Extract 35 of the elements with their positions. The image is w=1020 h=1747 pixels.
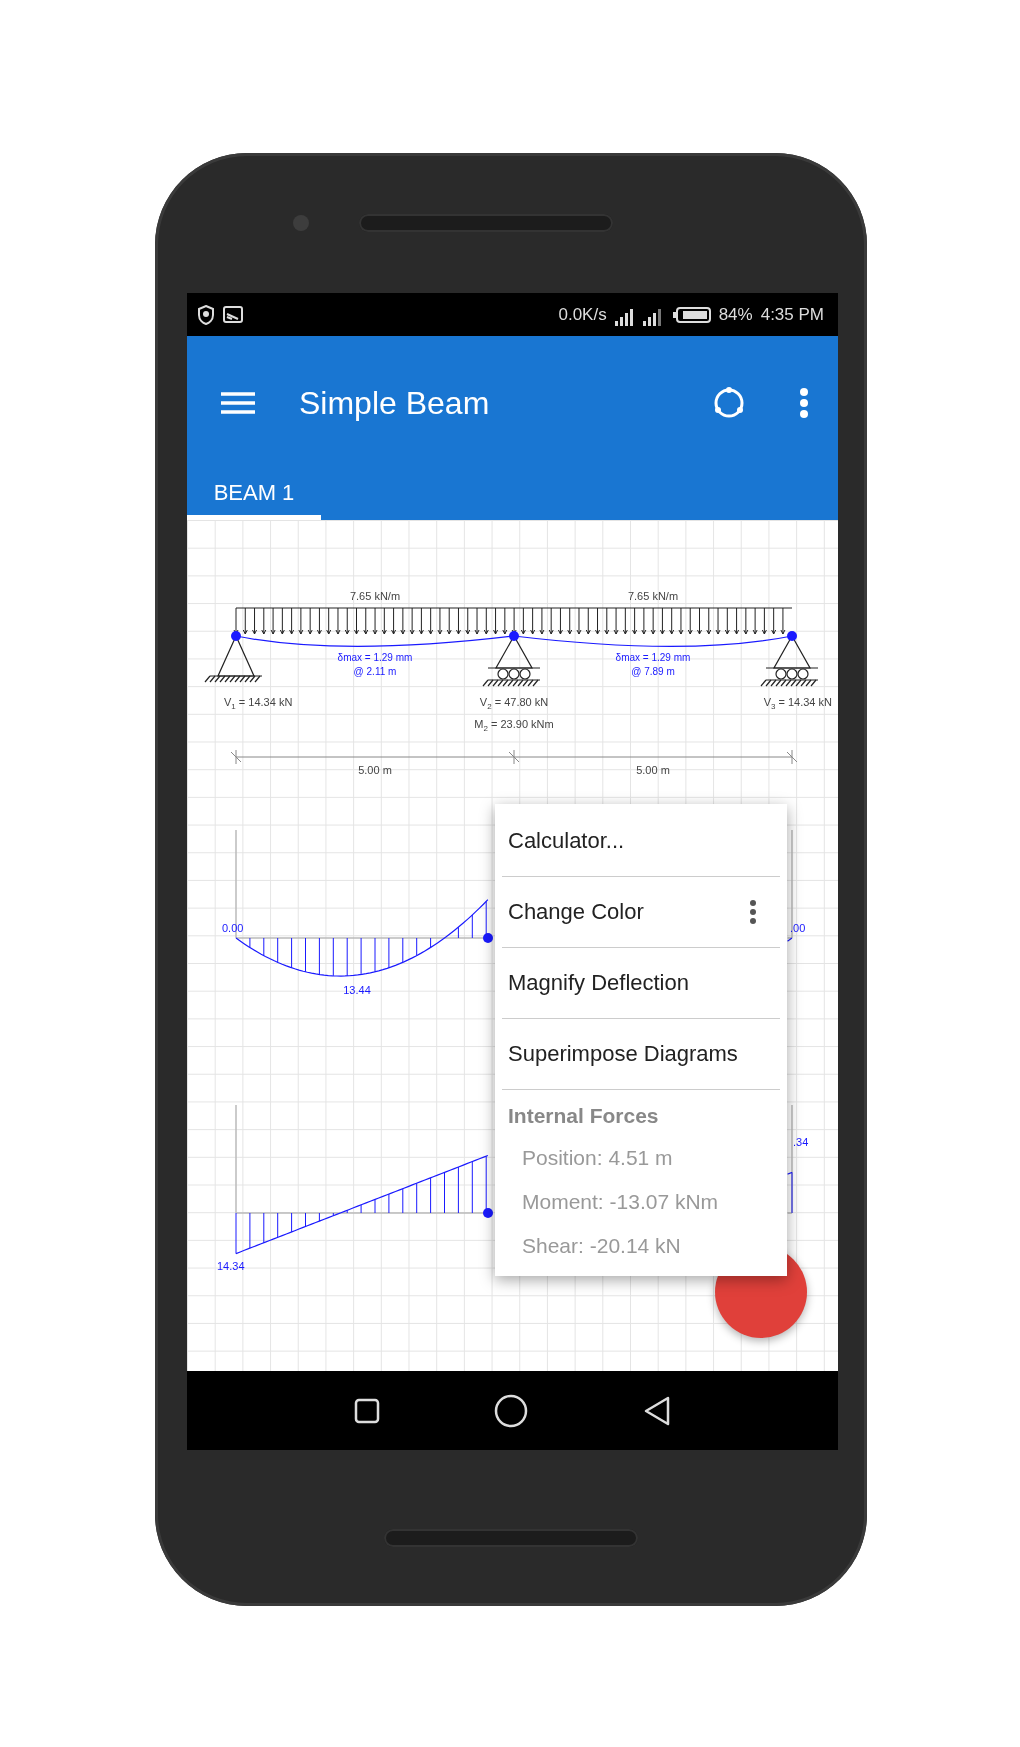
menu-item[interactable]: Calculator... — [502, 806, 780, 877]
menu-info-line: Position: 4.51 m — [521, 1145, 674, 1171]
more-vert-icon — [750, 900, 756, 924]
node-dot — [483, 933, 493, 943]
node-dot — [483, 1208, 493, 1218]
network-speed: 0.0K/s — [558, 304, 607, 325]
deflection-label: δmax = 1.29 mm — [337, 652, 413, 663]
menu-section-title: Internal Forces — [507, 1103, 660, 1129]
battery-level: 84% — [718, 304, 753, 325]
menu-item[interactable]: Superimpose Diagrams — [502, 1019, 780, 1090]
load-label: 7.65 kN/m — [627, 590, 679, 602]
load-label: 7.65 kN/m — [349, 590, 401, 602]
span-length-label: 5.00 m — [636, 764, 670, 776]
shear-value-label: 14.34 — [217, 1260, 245, 1272]
shear-value-label: .34 — [793, 1136, 809, 1148]
moment-value-label: 13.44 — [343, 984, 371, 996]
reaction-label: M$_{2}$ = 23.90 kNm — [474, 718, 554, 733]
shield-icon — [197, 304, 215, 325]
deflection-position-label: @ 7.89 m — [631, 666, 675, 677]
menu-item[interactable]: Magnify Deflection — [502, 948, 780, 1019]
deflection-label: δmax = 1.29 mm — [615, 652, 691, 663]
menu-info-line: Shear: -20.14 kN — [521, 1233, 682, 1259]
cast-icon — [223, 306, 243, 323]
reaction-label: V$_{1}$ = 14.34 kN — [224, 696, 293, 711]
menu-item[interactable]: Change Color — [502, 877, 780, 948]
menu-info-line: Moment: -13.07 kNm — [521, 1189, 720, 1215]
moment-value-label: 0.00 — [222, 922, 244, 934]
span-length-label: 5.00 m — [358, 764, 392, 776]
deflection-position-label: @ 2.11 m — [353, 666, 397, 677]
clock: 4:35 PM — [760, 304, 824, 325]
reaction-label: V$_{3}$ = 14.34 kN — [763, 696, 832, 711]
reaction-label: V$_{2}$ = 47.80 kN — [479, 696, 549, 711]
app-title: Simple Beam — [299, 384, 491, 422]
moment-value-label: .00 — [790, 922, 806, 934]
battery-icon — [672, 306, 711, 323]
